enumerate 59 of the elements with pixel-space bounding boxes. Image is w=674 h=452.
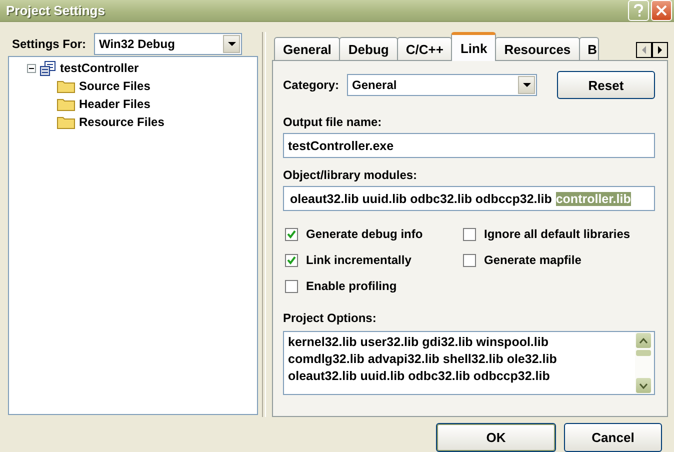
configuration-dropdown[interactable]: Win32 Debug	[94, 33, 242, 55]
text-line: comdlg32.lib advapi32.lib shell32.lib ole32.lib	[288, 351, 557, 368]
caret-icon	[522, 83, 531, 87]
reset-button[interactable]: Reset	[557, 71, 655, 99]
dropdown-arrow-button[interactable]	[518, 76, 536, 94]
window-title: Project Settings	[6, 3, 106, 18]
check-icon	[286, 254, 297, 266]
folder-icon	[57, 79, 75, 93]
caret-icon	[228, 42, 236, 46]
tree-item[interactable]: Resource Files	[79, 115, 164, 129]
project-icon	[40, 60, 56, 76]
tree-item[interactable]: Source Files	[79, 79, 150, 93]
left-arrow-icon	[641, 46, 647, 54]
right-arrow-icon	[657, 46, 663, 54]
dialog-button[interactable]: Cancel	[564, 423, 662, 452]
tab[interactable]: General	[274, 37, 340, 60]
check-icon	[286, 228, 297, 240]
output-file-field[interactable]: testController.exe	[283, 133, 655, 158]
close-icon	[656, 5, 667, 16]
output-file-label: Output file name:	[283, 115, 383, 129]
tab[interactable]: C/C++	[396, 37, 452, 60]
scroll-right-button[interactable]	[652, 42, 668, 58]
category-dropdown[interactable]: General	[347, 74, 538, 96]
tab[interactable]: Debug	[339, 37, 398, 60]
tree-item[interactable]: testController	[60, 61, 139, 75]
checkbox-label[interactable]: Generate mapfile	[484, 253, 582, 267]
settings-for-label: Settings For:	[12, 37, 86, 51]
project-options-label: Project Options:	[283, 311, 378, 325]
help-icon	[633, 4, 644, 17]
modules-field[interactable]: oleaut32.lib uuid.lib odbc32.lib odbccp32.lib controller.lib	[283, 186, 655, 211]
checkbox-label[interactable]: Generate debug info	[306, 227, 423, 241]
scroll-left-button[interactable]	[636, 42, 652, 58]
scroll-thumb[interactable]	[636, 350, 651, 356]
checkbox[interactable]	[285, 254, 298, 266]
tab[interactable]: Link	[451, 32, 496, 61]
folder-icon	[57, 97, 75, 111]
help-button[interactable]	[628, 0, 649, 21]
checkbox-label[interactable]: Ignore all default libraries	[484, 227, 630, 241]
checkbox-label[interactable]: Enable profiling	[306, 279, 397, 293]
checkbox-label[interactable]: Link incrementally	[306, 253, 412, 267]
modules-label: Object/library modules:	[283, 168, 418, 182]
scroll-down-button[interactable]	[636, 378, 651, 393]
tab[interactable]: B	[578, 37, 599, 60]
dialog-button[interactable]: OK	[436, 423, 556, 452]
checkbox[interactable]	[285, 280, 298, 292]
checkbox[interactable]	[463, 254, 476, 266]
project-options-field[interactable]: kernel32.lib user32.lib gdi32.lib winspool.lib comdlg32.lib advapi32.lib shell32.lib ole32.lib oleaut32.lib uuid.lib odbc32.lib odbccp32.lib	[283, 331, 655, 395]
text-line: kernel32.lib user32.lib gdi32.lib winspool.lib	[288, 334, 548, 351]
tab[interactable]: Resources	[495, 37, 580, 60]
scroll-up-button[interactable]	[636, 333, 651, 348]
close-button[interactable]	[651, 0, 672, 21]
dropdown-arrow-button[interactable]	[223, 35, 240, 53]
category-label: Category:	[283, 78, 340, 92]
folder-icon	[57, 115, 75, 129]
text-line: oleaut32.lib uuid.lib odbc32.lib odbccp32.lib	[288, 368, 550, 385]
checkbox[interactable]	[285, 228, 298, 240]
collapse-toggle[interactable]	[27, 64, 36, 72]
checkbox[interactable]	[463, 228, 476, 240]
tree-item[interactable]: Header Files	[79, 97, 150, 111]
